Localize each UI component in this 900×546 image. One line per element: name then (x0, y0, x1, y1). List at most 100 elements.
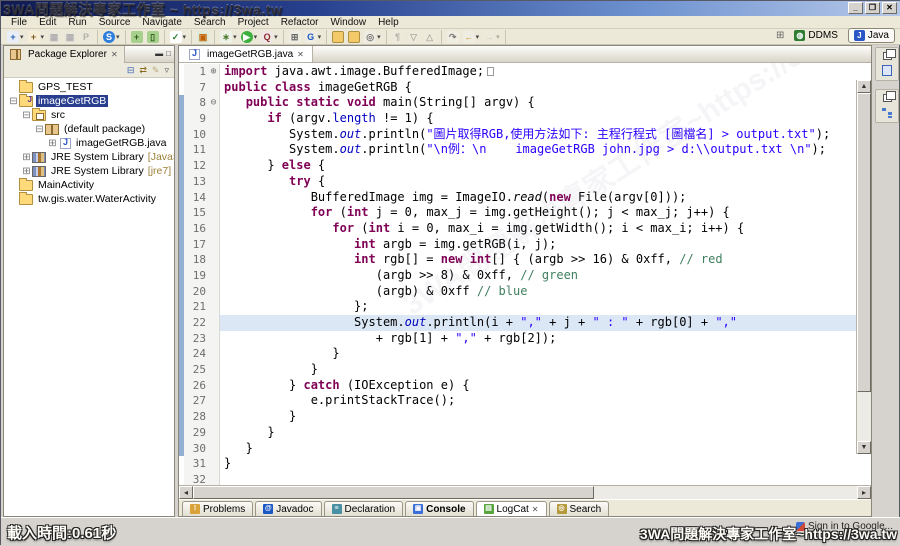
tree-item-src[interactable]: ⊟src (4, 108, 174, 122)
print-button[interactable]: P (79, 30, 93, 44)
line-number[interactable]: 14 (184, 190, 208, 206)
line-number[interactable]: 30 (184, 441, 208, 457)
line-number[interactable]: 24 (184, 346, 208, 362)
next-annotation-button[interactable]: ▽ (407, 30, 421, 44)
tree-item-imagegetrgb-java[interactable]: ⊞imageGetRGB.java (4, 136, 174, 150)
code-text[interactable]: }; (220, 299, 856, 315)
dropdown-arrow-icon[interactable]: ▾ (274, 33, 278, 41)
new-web-button[interactable]: ⊞ (288, 30, 302, 44)
expand-icon[interactable]: ⊞ (21, 152, 32, 163)
code-text[interactable]: for (int j = 0, max_j = img.getHeight();… (220, 205, 856, 221)
restore-view-icon[interactable] (883, 52, 892, 60)
line-number[interactable]: 28 (184, 409, 208, 425)
tab-javadoc[interactable]: @Javadoc (255, 501, 321, 516)
minimize-view-icon[interactable]: ▬ (155, 49, 163, 58)
tree-item-jre-system-library[interactable]: ⊞JRE System Library[JavaSE-1.7] (4, 150, 174, 164)
code-text[interactable]: e.printStackTrace(); (220, 393, 856, 409)
dropdown-arrow-icon[interactable]: ▾ (254, 33, 258, 41)
menu-help[interactable]: Help (372, 16, 405, 28)
external-tools-button[interactable]: ◎▾ (363, 30, 382, 44)
scroll-up-icon[interactable]: ▲ (857, 80, 871, 93)
code-text[interactable]: (argb) & 0xff // blue (220, 284, 856, 300)
code-text[interactable]: } (220, 346, 856, 362)
collapse-icon[interactable]: ⊟ (21, 110, 32, 121)
scroll-left-icon[interactable]: ◂ (179, 486, 193, 499)
line-number[interactable]: 25 (184, 362, 208, 378)
line-number[interactable]: 1 (184, 64, 208, 80)
tree-item-mainactivity[interactable]: MainActivity (4, 178, 174, 192)
tab-declaration[interactable]: ≡Declaration (324, 501, 404, 516)
view-menu-icon[interactable]: ▿ (164, 65, 169, 76)
code-text[interactable]: } catch (IOException e) { (220, 378, 856, 394)
line-number[interactable]: 31 (184, 456, 208, 472)
line-number[interactable]: 27 (184, 393, 208, 409)
focus-icon[interactable]: ✎ (152, 65, 160, 76)
save-button[interactable]: ▦ (47, 30, 61, 44)
dropdown-arrow-icon[interactable]: ▾ (116, 33, 120, 41)
line-number[interactable]: 11 (184, 142, 208, 158)
open-perspective-icon[interactable]: ⊞ (776, 30, 784, 41)
tab-logcat-close-icon[interactable]: ✕ (532, 505, 539, 514)
code-text[interactable]: + rgb[1] + "," + rgb[2]); (220, 331, 856, 347)
maximize-view-icon[interactable]: □ (166, 49, 171, 58)
profile-button[interactable]: Q▾ (260, 30, 279, 44)
tab-search[interactable]: ◎Search (549, 501, 610, 516)
dropdown-arrow-icon[interactable]: ▾ (41, 33, 45, 41)
menu-window[interactable]: Window (324, 16, 372, 28)
open-resource-button[interactable] (347, 30, 361, 44)
fold-expand-icon[interactable]: ⊕ (208, 64, 220, 80)
android-avd-manager-button[interactable]: ▯ (146, 30, 160, 44)
code-text[interactable]: import java.awt.image.BufferedImage; (220, 64, 856, 80)
code-text[interactable]: } (220, 456, 856, 472)
restore-view-icon[interactable] (883, 94, 892, 102)
code-text[interactable]: System.out.println(i + "," + j + " : " +… (220, 315, 856, 331)
collapse-icon[interactable]: ⊟ (8, 96, 19, 107)
scroll-down-icon[interactable]: ▼ (857, 441, 871, 454)
perspective-ddms[interactable]: ◍DDMS (788, 28, 843, 43)
line-number[interactable]: 8 (184, 95, 208, 111)
task-list-icon[interactable] (882, 65, 892, 76)
prev-annotation-button[interactable]: △ (423, 30, 437, 44)
code-text[interactable]: } (220, 425, 856, 441)
expand-icon[interactable]: ⊞ (21, 166, 32, 177)
code-text[interactable]: for (int i = 0, max_i = img.getWidth(); … (220, 221, 856, 237)
google-services-button[interactable]: G▾ (304, 30, 323, 44)
code-text[interactable]: } (220, 362, 856, 378)
last-edit-location-button[interactable]: ↷ (446, 30, 460, 44)
vertical-scroll-thumb[interactable] (857, 93, 871, 392)
code-text[interactable]: public static void main(String[] argv) { (220, 95, 856, 111)
code-text[interactable]: int argb = img.getRGB(i, j); (220, 237, 856, 253)
tab-console[interactable]: ▣Console (405, 501, 473, 516)
new-wizard-button[interactable]: +▾ (6, 30, 25, 44)
close-button[interactable]: ✕ (882, 2, 897, 14)
package-explorer-tab[interactable]: Package Explorer ✕ (4, 46, 125, 63)
code-text[interactable] (220, 472, 856, 485)
line-number[interactable]: 23 (184, 331, 208, 347)
line-number[interactable]: 18 (184, 252, 208, 268)
code-text[interactable]: System.out.println("圖片取得RGB,使用方法如下: 主程行程… (220, 127, 856, 143)
editor-body[interactable]: 3WA問題解決專家工作室~https://3wa.tw 1⊕import jav… (179, 63, 871, 485)
perspective-java[interactable]: JJava (848, 28, 895, 43)
dropdown-arrow-icon[interactable]: ▾ (183, 33, 187, 41)
line-number[interactable]: 20 (184, 284, 208, 300)
dropdown-arrow-icon[interactable]: ▾ (377, 33, 381, 41)
tree-item-tw-gis-water-wateractivity[interactable]: tw.gis.water.WaterActivity (4, 192, 174, 206)
code-text[interactable]: } (220, 409, 856, 425)
scroll-right-icon[interactable]: ▸ (857, 486, 871, 499)
skype-button[interactable]: S▾ (102, 30, 121, 44)
code-text[interactable]: public class imageGetRGB { (220, 80, 856, 96)
line-number[interactable]: 16 (184, 221, 208, 237)
editor-horizontal-scrollbar[interactable]: ◂ ▸ (179, 485, 871, 499)
run-checks-button[interactable]: ✓▾ (169, 30, 188, 44)
expand-icon[interactable]: ⊞ (47, 138, 58, 149)
package-explorer-close-icon[interactable]: ✕ (111, 50, 118, 59)
code-text[interactable]: (argb >> 8) & 0xff, // green (220, 268, 856, 284)
save-all-button[interactable]: ▦ (63, 30, 77, 44)
new-java-button[interactable]: +▾ (27, 30, 46, 44)
line-number[interactable]: 29 (184, 425, 208, 441)
fold-collapse-icon[interactable]: ⊖ (208, 95, 220, 111)
line-number[interactable]: 9 (184, 111, 208, 127)
tab-problems[interactable]: !Problems (182, 501, 253, 516)
back-button[interactable]: ←▾ (462, 30, 481, 44)
forward-button[interactable]: →▾ (482, 30, 501, 44)
